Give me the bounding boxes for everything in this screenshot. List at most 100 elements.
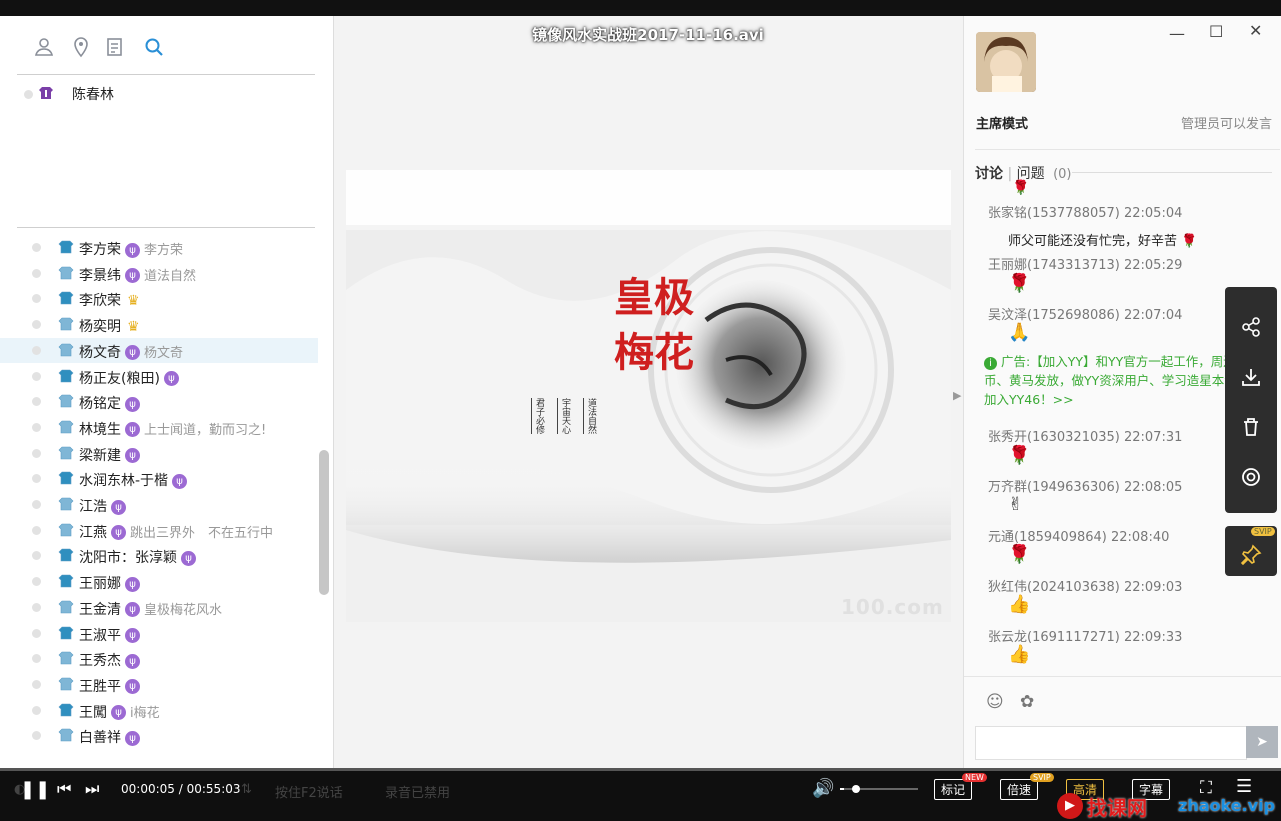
member-row[interactable]: 白善祥 ψ bbox=[0, 723, 318, 748]
mic-icon: ψ bbox=[163, 371, 179, 386]
mic-icon: ψ bbox=[172, 473, 188, 489]
share-icon[interactable] bbox=[1225, 305, 1277, 345]
member-row[interactable]: 水润东林-于楷 ψ bbox=[0, 466, 318, 491]
member-row[interactable]: 江燕 ψ 跳出三界外 不在五行中 bbox=[0, 518, 318, 543]
video-title-line2: 梅花 bbox=[614, 329, 694, 376]
emoji-icon[interactable]: ☺ bbox=[986, 692, 1004, 712]
member-row[interactable]: 林境生 ψ 上士闻道，勤而习之! bbox=[0, 415, 318, 440]
member-name: 王闖 bbox=[79, 704, 107, 721]
location-icon[interactable] bbox=[70, 36, 92, 58]
member-row[interactable]: 李景纬 ψ 道法自然 bbox=[0, 261, 318, 286]
send-button[interactable]: ➤ bbox=[1246, 726, 1278, 758]
shirt-icon bbox=[58, 446, 74, 459]
divider bbox=[1072, 172, 1272, 173]
record-icon[interactable] bbox=[1225, 455, 1277, 495]
host-avatar[interactable] bbox=[976, 32, 1036, 92]
status-dot bbox=[32, 705, 41, 715]
member-row[interactable]: 王金清 ψ 皇极梅花风水 bbox=[0, 595, 318, 620]
member-name: 王金清 bbox=[79, 601, 121, 618]
member-row[interactable]: 王闖 ψ i梅花 bbox=[0, 698, 318, 723]
status-dot bbox=[32, 577, 41, 587]
status-dot bbox=[32, 602, 41, 612]
player-control-bar: ◐ ⇅ 按住F2说话 录音已禁用 ❚❚ ⏮ ⏭ 00:00:05 / 00:55… bbox=[0, 768, 1281, 821]
minimize-icon[interactable]: — bbox=[1169, 24, 1185, 43]
status-dot bbox=[32, 654, 41, 664]
shirt-icon bbox=[58, 523, 74, 536]
brand-url: zhaoke.vip bbox=[1178, 796, 1275, 815]
member-row[interactable]: 王秀杰 ψ bbox=[0, 646, 318, 671]
expand-arrow-icon[interactable]: ▶ bbox=[953, 389, 961, 402]
mic-icon: ψ bbox=[111, 705, 126, 721]
member-row[interactable]: 王胜平 ψ bbox=[0, 672, 318, 697]
member-row[interactable]: 杨正友(粮田) ψ bbox=[0, 364, 318, 389]
chat-emoji-icon: 🌹 bbox=[1008, 544, 1031, 565]
member-row[interactable]: 沈阳市：张淳颖 ψ bbox=[0, 543, 318, 568]
tab-discuss[interactable]: 讨论 bbox=[975, 166, 1003, 182]
next-button[interactable]: ⏭ bbox=[85, 779, 99, 799]
member-signature: 道法自然 bbox=[144, 268, 197, 284]
chat-emoji-icon: 🙏 bbox=[1008, 322, 1031, 343]
member-list-scrollbar[interactable] bbox=[319, 450, 329, 595]
member-row[interactable]: 杨铭定 ψ bbox=[0, 389, 318, 414]
video-frame[interactable]: 皇极 梅花 君子必修 宇宙天心 道法自然 100.com bbox=[346, 170, 951, 622]
volume-slider[interactable] bbox=[840, 785, 918, 793]
member-row[interactable]: 杨文奇 ψ 杨文奇 bbox=[0, 337, 318, 363]
shirt-icon bbox=[58, 317, 74, 331]
info-icon: i bbox=[984, 357, 997, 370]
member-row[interactable]: 王丽娜 ψ bbox=[0, 569, 318, 594]
volume-icon[interactable]: 🔊 bbox=[812, 778, 834, 799]
mic-icon: ψ bbox=[111, 499, 126, 515]
mic-icon: ψ bbox=[125, 268, 140, 284]
member-name-wrap: 杨正友(粮田) ψ bbox=[79, 368, 179, 388]
rose-icon: 🌹 bbox=[1181, 234, 1198, 249]
chat-input[interactable] bbox=[975, 726, 1247, 760]
member-name-wrap: 王淑平 ψ bbox=[79, 625, 140, 645]
speed-button[interactable]: 倍速 bbox=[1000, 779, 1039, 800]
time-total: 00:55:03 bbox=[186, 782, 241, 796]
prev-button[interactable]: ⏮ bbox=[57, 779, 71, 799]
maximize-icon[interactable]: ☐ bbox=[1209, 22, 1223, 41]
video-title-line1: 皇极 bbox=[614, 274, 694, 321]
note-icon[interactable] bbox=[104, 36, 126, 58]
chat-sender[interactable]: 张秀开(1630321035) 22:07:31 bbox=[988, 426, 1182, 445]
chat-sender[interactable]: 狄红伟(2024103638) 22:09:03 bbox=[988, 576, 1182, 595]
divider bbox=[964, 676, 1281, 677]
chat-sender[interactable]: 元通(1859409864) 22:08:40 bbox=[988, 526, 1169, 545]
member-row[interactable]: 李方荣 ψ 李方荣 bbox=[0, 235, 318, 260]
member-row[interactable]: 梁新建 ψ bbox=[0, 441, 318, 466]
crown-icon: ♛ bbox=[127, 293, 140, 310]
member-name-wrap: 白善祥 ψ bbox=[79, 727, 140, 747]
close-icon[interactable]: ✕ bbox=[1249, 21, 1262, 40]
member-name: 王丽娜 bbox=[79, 576, 121, 593]
side-toolbar bbox=[1225, 287, 1277, 513]
member-row[interactable]: 杨奕明 ♛ bbox=[0, 312, 318, 337]
mark-button[interactable]: 标记 bbox=[934, 779, 973, 800]
member-row[interactable]: 王淑平 ψ bbox=[0, 621, 318, 646]
chat-sender[interactable]: 万齐群(1949636306) 22:08:05 bbox=[988, 476, 1182, 495]
chat-sender[interactable]: 张云龙(1691117271) 22:09:33 bbox=[988, 626, 1182, 645]
video-watermark: 100.com bbox=[841, 595, 944, 619]
member-signature: 李方荣 bbox=[144, 243, 184, 258]
member-row[interactable]: 李欣荣 ♛ bbox=[0, 286, 318, 311]
search-icon[interactable] bbox=[143, 36, 165, 58]
download-icon[interactable] bbox=[1225, 355, 1277, 395]
time-current: 00:00:05 bbox=[121, 782, 175, 796]
member-name: 水润东林-于楷 bbox=[79, 473, 169, 490]
member-name-wrap: 林境生 ψ 上士闻道，勤而习之! bbox=[79, 419, 266, 439]
chat-sender[interactable]: 张家铭(1537788057) 22:05:04 bbox=[988, 202, 1182, 221]
user-icon[interactable] bbox=[33, 36, 55, 58]
delete-icon[interactable] bbox=[1225, 405, 1277, 445]
time-display: 00:00:05 / 00:55:03 bbox=[121, 782, 241, 796]
progress-bar[interactable] bbox=[0, 768, 1281, 771]
volume-knob[interactable] bbox=[851, 785, 860, 793]
shirt-icon bbox=[58, 471, 74, 485]
status-dot bbox=[32, 422, 41, 432]
chat-sender[interactable]: 王丽娜(1743313713) 22:05:29 bbox=[988, 254, 1182, 273]
shirt-icon bbox=[58, 574, 74, 588]
chat-sender[interactable]: 吴汶泽(1752698086) 22:07:04 bbox=[988, 304, 1182, 323]
mic-icon: ψ bbox=[111, 525, 126, 541]
admin-row[interactable]: 陈春林 bbox=[0, 81, 318, 106]
flower-gift-icon[interactable]: ✿ bbox=[1020, 692, 1034, 712]
pause-button[interactable]: ❚❚ bbox=[20, 779, 50, 800]
member-row[interactable]: 江浩 ψ bbox=[0, 492, 318, 517]
